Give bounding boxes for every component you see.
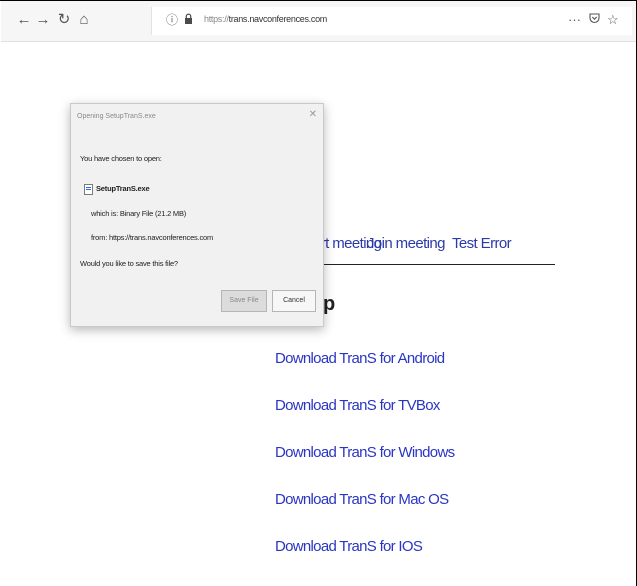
pocket-icon[interactable] <box>589 13 600 27</box>
browser-toolbar: ← → ↻ ⌂ ⓘ https://trans.navconferences.c… <box>1 1 636 42</box>
dialog-file-name: SetupTranS.exe <box>96 184 150 193</box>
save-file-button[interactable]: Save File <box>221 290 267 312</box>
address-bar[interactable]: ⓘ https://trans.navconferences.com ··· ☆ <box>151 7 632 35</box>
close-icon[interactable]: ✕ <box>309 109 317 121</box>
dialog-file-type: which is: Binary File (21.2 MB) <box>91 209 187 218</box>
reload-icon[interactable]: ↻ <box>55 11 73 29</box>
download-windows-link[interactable]: Download TranS for Windows <box>275 444 455 461</box>
section-heading: p <box>323 293 336 315</box>
nav-underline <box>316 264 555 265</box>
dialog-intro-text: You have chosen to open: <box>80 154 162 163</box>
download-dialog: Opening SetupTranS.exe ✕ You have chosen… <box>70 103 324 327</box>
url-host: trans.navconferences.com <box>228 14 328 24</box>
dialog-file-source: from: https://trans.navconferences.com <box>91 233 214 242</box>
lock-icon <box>184 13 193 27</box>
download-macos-link[interactable]: Download TranS for Mac OS <box>275 491 449 508</box>
download-ios-link[interactable]: Download TranS for IOS <box>275 538 423 555</box>
home-icon[interactable]: ⌂ <box>75 11 93 29</box>
info-icon[interactable]: ⓘ <box>166 13 178 27</box>
cancel-button[interactable]: Cancel <box>272 290 316 312</box>
bookmark-star-icon[interactable]: ☆ <box>607 13 619 27</box>
back-arrow-icon[interactable]: ← <box>15 11 33 29</box>
nav-join-meeting-link[interactable]: Join meeting <box>367 235 445 252</box>
dialog-question: Would you like to save this file? <box>80 259 178 268</box>
forward-arrow-icon[interactable]: → <box>34 11 52 29</box>
download-android-link[interactable]: Download TranS for Android <box>275 350 445 367</box>
url-protocol: https:// <box>204 14 229 24</box>
url-text: https://trans.navconferences.com <box>204 14 327 24</box>
page-actions-menu-icon[interactable]: ··· <box>568 13 581 27</box>
download-tvbox-link[interactable]: Download TranS for TVBox <box>275 397 440 414</box>
dialog-title: Opening SetupTranS.exe <box>77 113 156 120</box>
file-icon <box>84 184 93 195</box>
nav-test-error-link[interactable]: Test Error <box>452 235 512 252</box>
